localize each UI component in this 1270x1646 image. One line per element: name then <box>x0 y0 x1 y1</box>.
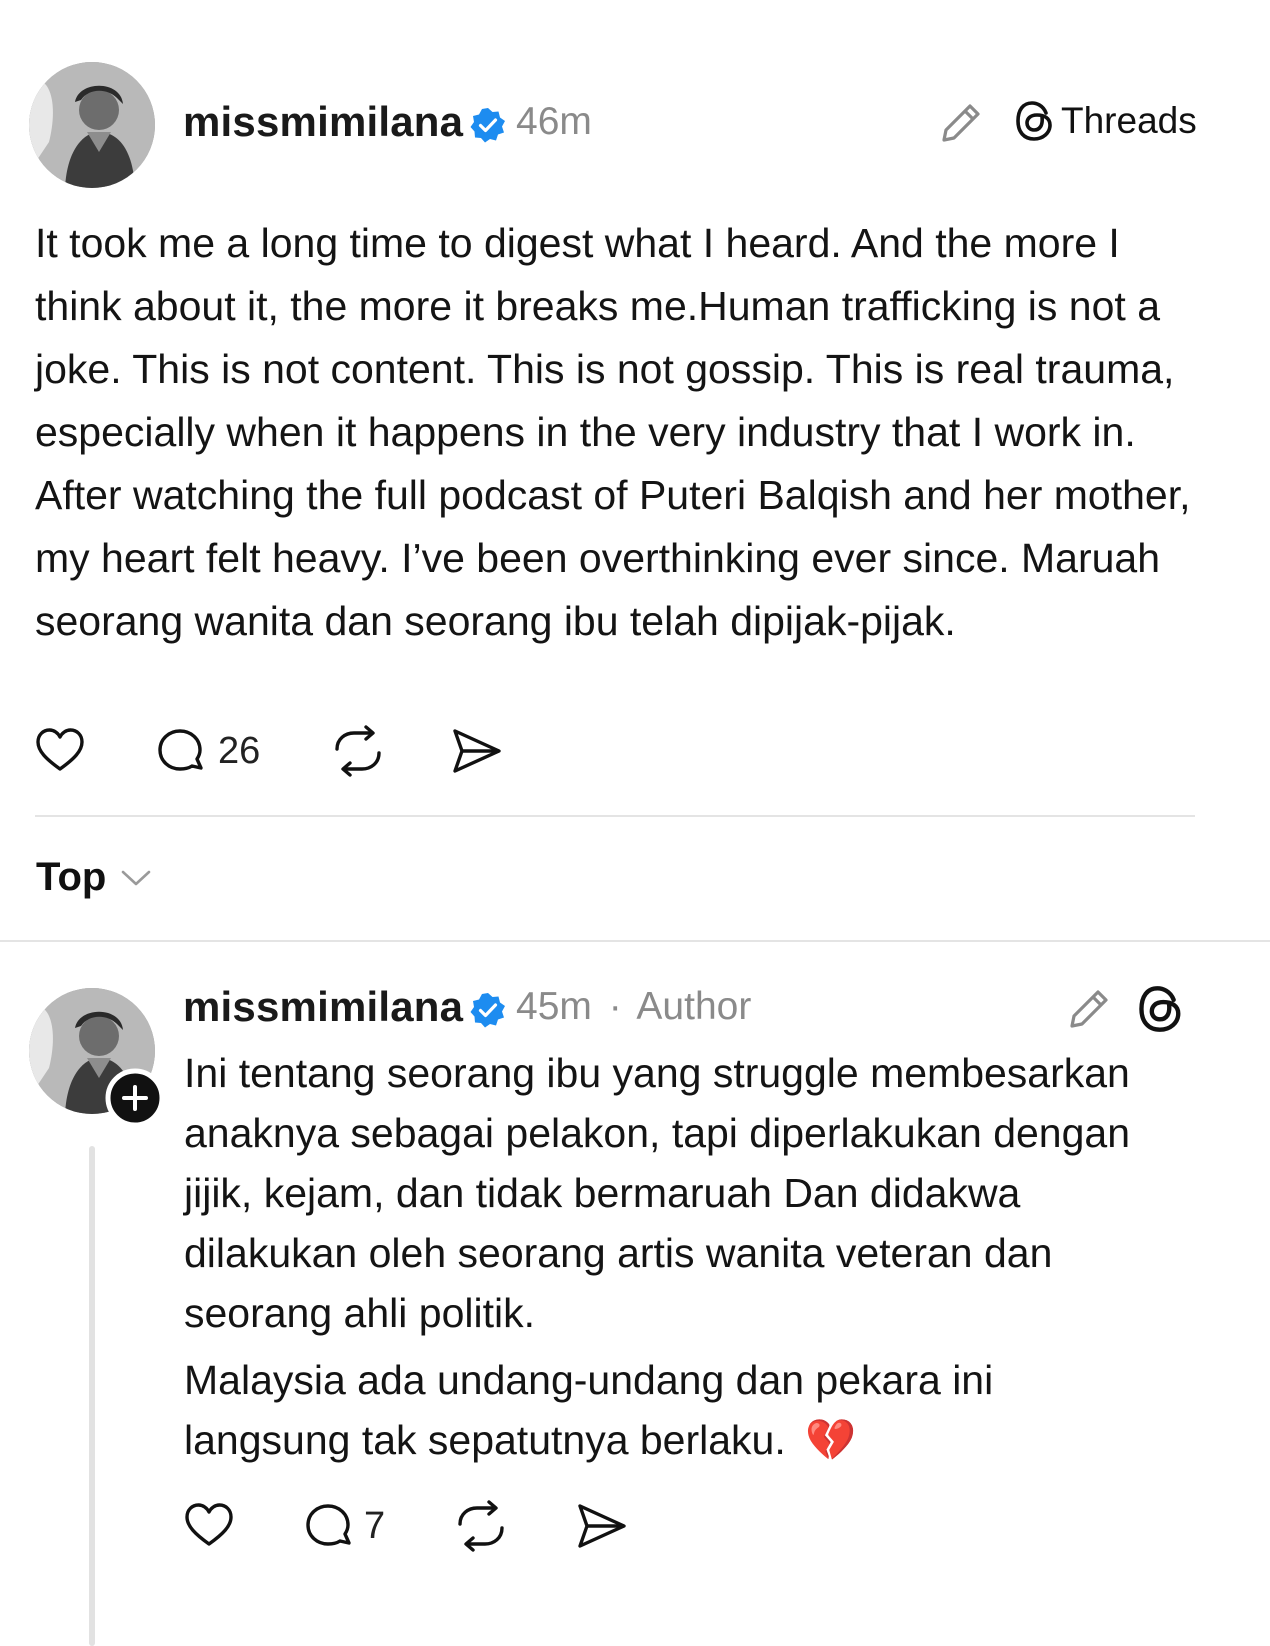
repost-icon[interactable] <box>453 1500 509 1552</box>
thread-line <box>89 1146 95 1646</box>
divider <box>0 940 1270 942</box>
verified-badge-icon <box>470 992 506 1028</box>
post-username[interactable]: missmimilana <box>183 98 463 146</box>
threads-logo-icon <box>1015 100 1055 142</box>
comment-icon[interactable] <box>154 725 208 779</box>
reply-username[interactable]: missmimilana <box>183 983 463 1031</box>
comment-count: 26 <box>218 730 261 772</box>
threads-link[interactable]: Threads <box>1015 100 1197 142</box>
repost-icon[interactable] <box>330 725 386 777</box>
sort-label: Top <box>36 855 107 899</box>
like-heart-icon[interactable] <box>34 725 86 777</box>
reply-time: 45m <box>516 985 592 1028</box>
meta-separator: · <box>608 985 622 1028</box>
sort-dropdown[interactable]: Top <box>36 855 152 900</box>
pencil-icon[interactable] <box>1064 984 1114 1034</box>
verified-badge-icon <box>470 107 506 143</box>
divider <box>35 815 1195 817</box>
post-text: It took me a long time to digest what I … <box>35 220 1191 644</box>
threads-label: Threads <box>1061 100 1197 141</box>
author-label: Author <box>636 985 752 1028</box>
reply-text-continued: Malaysia ada undang-undang dan pekara in… <box>184 1350 1169 1470</box>
pencil-icon[interactable] <box>936 98 986 148</box>
send-share-icon[interactable] <box>450 725 504 777</box>
comment-icon[interactable] <box>302 1500 356 1554</box>
follow-plus-icon[interactable] <box>105 1068 165 1128</box>
reply-meta: 45m · Author <box>516 985 751 1029</box>
threads-logo-icon[interactable] <box>1138 984 1184 1034</box>
like-heart-icon[interactable] <box>183 1500 235 1552</box>
send-share-icon[interactable] <box>575 1500 629 1552</box>
avatar[interactable] <box>29 62 155 188</box>
post-time: 46m <box>516 100 592 143</box>
comment-count: 7 <box>364 1505 386 1547</box>
chevron-down-icon <box>120 867 152 889</box>
broken-heart-emoji: 💔 <box>805 1417 857 1463</box>
reply-text: Ini tentang seorang ibu yang struggle me… <box>184 1050 1131 1336</box>
reply-text-part2: Malaysia ada undang-undang dan pekara in… <box>184 1357 994 1463</box>
